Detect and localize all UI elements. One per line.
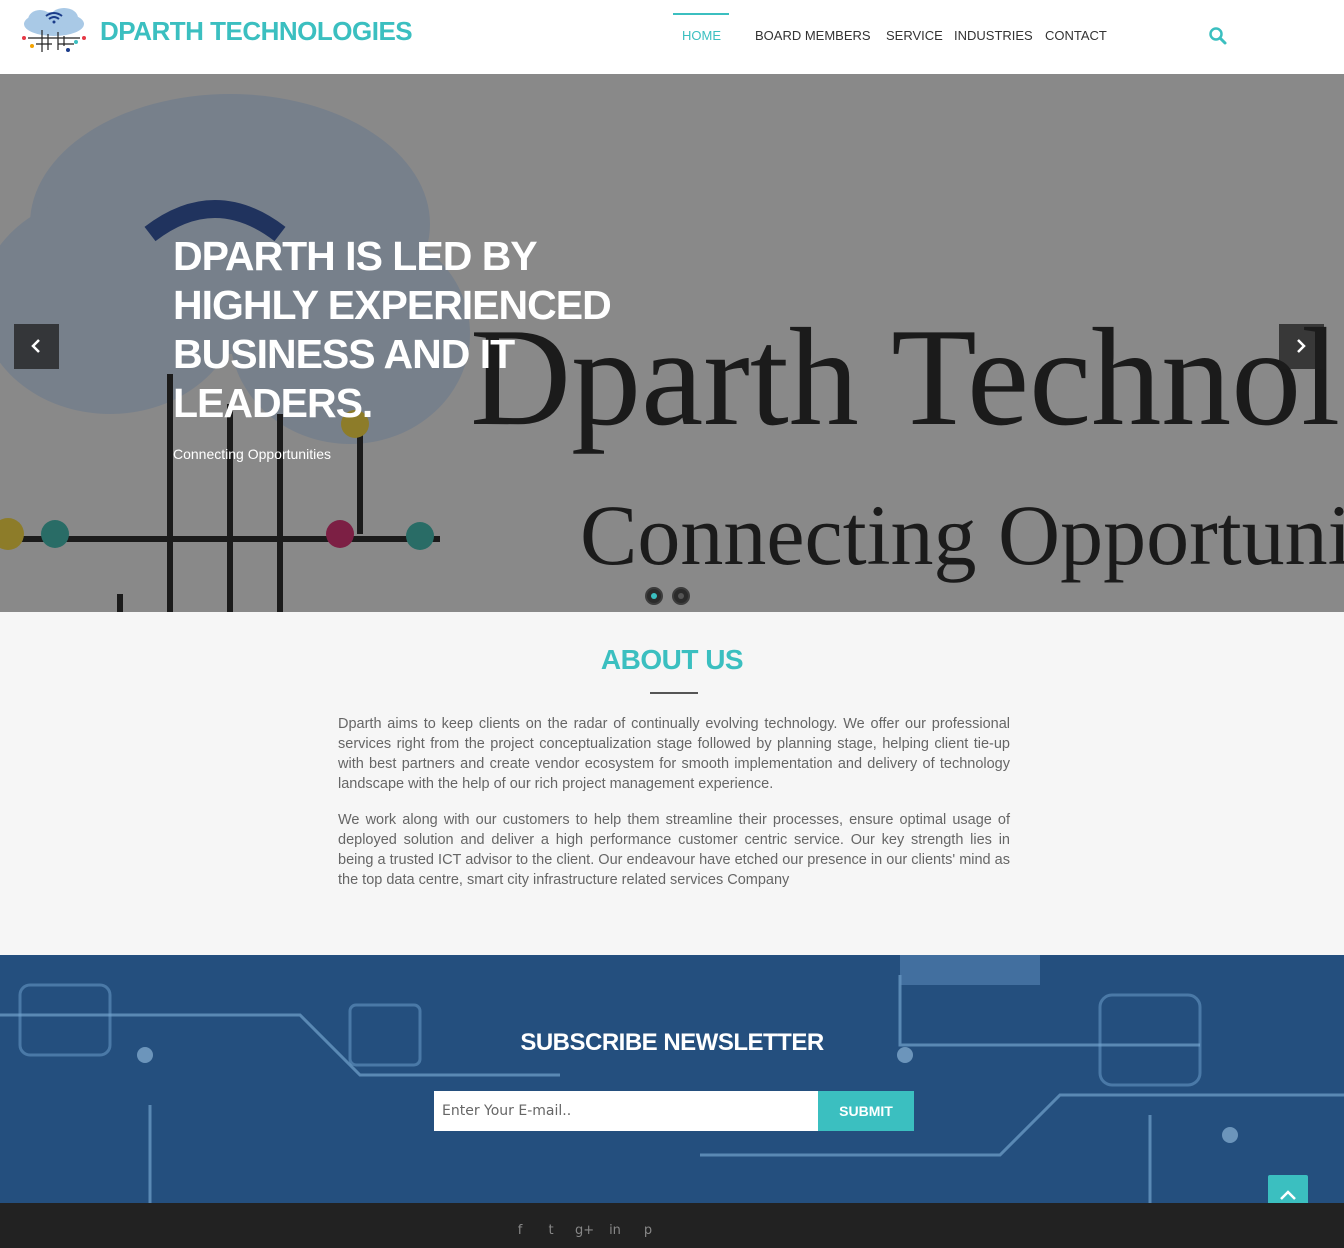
newsletter-background-image bbox=[0, 955, 1344, 1203]
newsletter-email-input[interactable] bbox=[434, 1091, 818, 1131]
slider-next-button[interactable] bbox=[1279, 324, 1324, 369]
about-divider bbox=[650, 692, 698, 694]
about-paragraph-1: Dparth aims to keep clients on the radar… bbox=[338, 716, 1010, 792]
nav-board-members[interactable]: BOARD MEMBERS bbox=[755, 28, 871, 43]
newsletter-section: SUBSCRIBE NEWSLETTER SUBMIT bbox=[0, 955, 1344, 1203]
facebook-icon[interactable]: f bbox=[512, 1223, 528, 1239]
slider-dot-1[interactable] bbox=[645, 587, 663, 605]
logo-icon[interactable] bbox=[18, 6, 90, 56]
chevron-up-icon bbox=[1280, 1190, 1296, 1200]
about-section: ABOUT US Dparth aims to keep clients on … bbox=[0, 612, 1344, 955]
nav-active-indicator bbox=[673, 13, 729, 15]
hero-subtitle: Connecting Opportunities bbox=[173, 446, 331, 462]
site-header: DPARTH TECHNOLOGIES HOME BOARD MEMBERS S… bbox=[0, 0, 1344, 74]
slider-prev-button[interactable] bbox=[14, 324, 59, 369]
google-plus-icon[interactable]: g+ bbox=[575, 1223, 594, 1239]
chevron-left-icon bbox=[31, 339, 40, 353]
twitter-icon[interactable]: t bbox=[543, 1223, 559, 1239]
nav-service[interactable]: SERVICE bbox=[886, 28, 943, 43]
chevron-right-icon bbox=[1297, 339, 1306, 353]
nav-contact[interactable]: CONTACT bbox=[1045, 28, 1107, 43]
hero-title: DPARTH IS LED BY HIGHLY EXPERIENCED BUSI… bbox=[173, 233, 612, 426]
newsletter-submit-button[interactable]: SUBMIT bbox=[818, 1091, 914, 1131]
newsletter-title: SUBSCRIBE NEWSLETTER bbox=[520, 1029, 824, 1056]
linkedin-icon[interactable]: in bbox=[607, 1223, 623, 1239]
nav-home[interactable]: HOME bbox=[682, 28, 721, 43]
about-title: ABOUT US bbox=[600, 644, 744, 675]
pinterest-icon[interactable]: p bbox=[640, 1223, 656, 1239]
brand-name[interactable]: DPARTH TECHNOLOGIES bbox=[100, 16, 413, 47]
about-paragraph-2: We work along with our customers to help… bbox=[338, 812, 1010, 888]
hero-slider: Dparth Technologies Connecting Opportuni… bbox=[0, 74, 1344, 612]
nav-industries[interactable]: INDUSTRIES bbox=[954, 28, 1033, 43]
search-icon[interactable] bbox=[1208, 26, 1228, 46]
slider-dot-2[interactable] bbox=[672, 587, 690, 605]
site-footer: f t g+ in p bbox=[0, 1203, 1344, 1248]
